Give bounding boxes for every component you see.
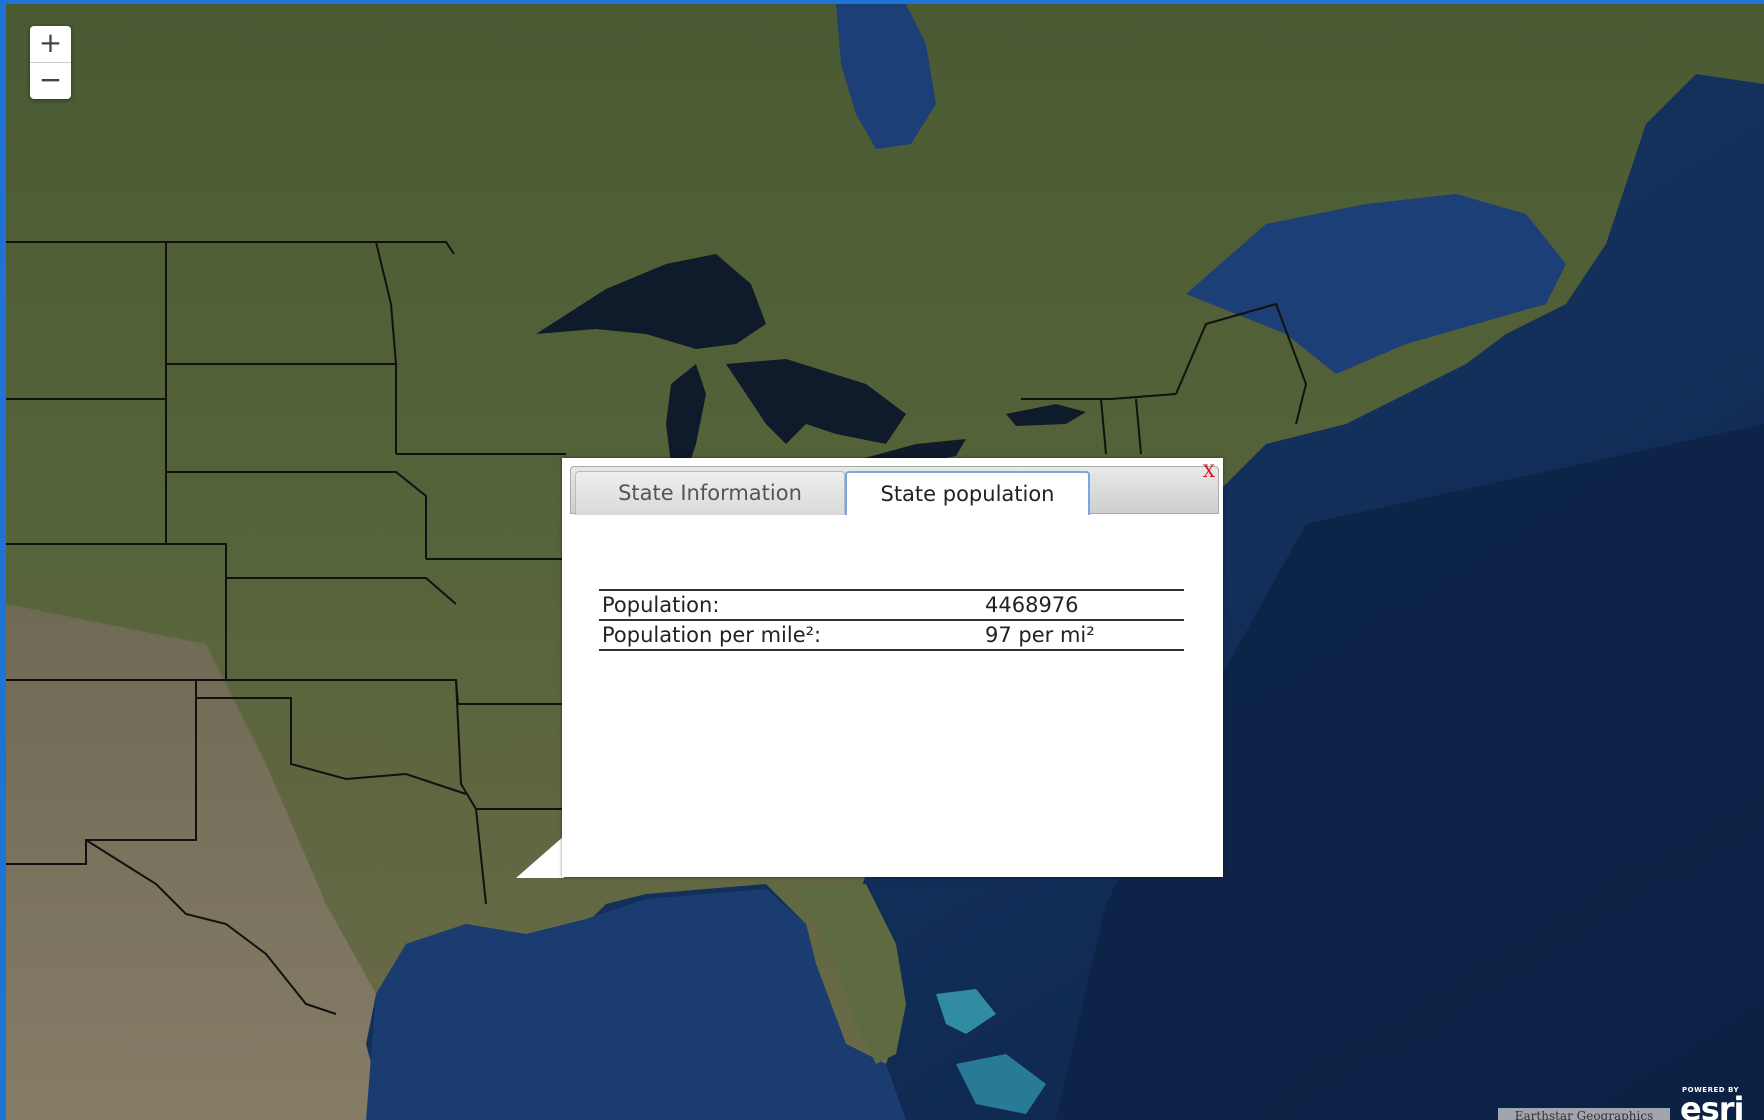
table-row: Population: 4468976 [599,589,1184,620]
info-popup: State Information State population X Pop… [562,458,1223,877]
esri-wordmark: esri [1680,1090,1744,1120]
zoom-control: + − [30,26,71,99]
minus-icon: − [38,63,63,96]
map-attribution[interactable]: Earthstar Geographics [1498,1108,1670,1120]
zoom-in-button[interactable]: + [30,26,71,62]
popup-pointer [516,836,564,878]
tab-state-population[interactable]: State population [845,471,1090,515]
population-value: 4468976 [982,589,1184,620]
close-x-icon[interactable]: X [1203,462,1215,482]
zoom-out-button[interactable]: − [30,62,71,99]
plus-icon: + [38,26,63,59]
population-label: Population: [599,589,982,620]
density-value: 97 per mi² [982,619,1184,651]
table-row: Population per mile²: 97 per mi² [599,619,1184,651]
population-table: Population: 4468976 Population per mile²… [599,589,1184,651]
tab-state-information[interactable]: State Information [575,471,845,515]
density-label: Population per mile²: [599,619,982,651]
map-viewport[interactable]: + − Earthstar Geographics POWERED BY esr… [0,0,1764,1120]
esri-logo[interactable]: POWERED BY esri [1678,1084,1764,1120]
popup-tab-bar: State Information State population [570,466,1219,515]
